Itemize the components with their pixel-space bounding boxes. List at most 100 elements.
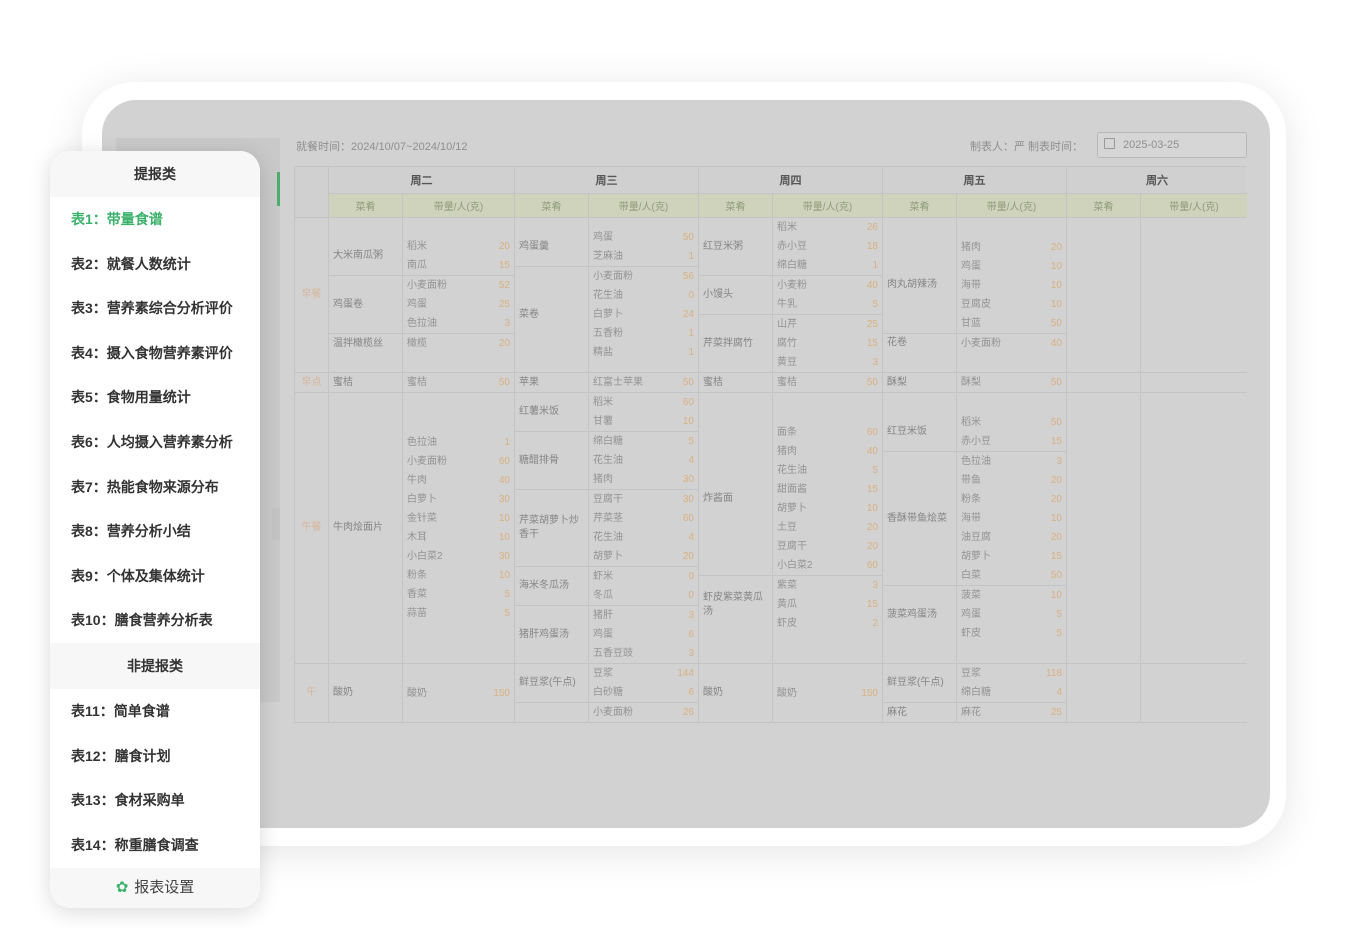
- settings-label: 报表设置: [134, 879, 195, 896]
- ingredient-name: 麻花: [961, 707, 981, 718]
- amount-cell: 酸奶 150: [772, 663, 883, 723]
- ingredient-row: 稻米 26: [774, 219, 882, 238]
- amount-cell: [1140, 372, 1247, 393]
- ingredient-row: 小麦面粉 52: [403, 275, 514, 295]
- dish-name: 鲜豆浆(午点): [887, 677, 944, 688]
- ingredient-name: 酸奶: [407, 687, 427, 699]
- ingredient-name: 腐竹: [777, 338, 797, 349]
- ingredient-name: 小白菜2: [407, 551, 443, 562]
- dish-name: 红豆米饭: [887, 426, 927, 437]
- menu-item[interactable]: 表11：简单食谱: [50, 689, 260, 734]
- ingredient-amount: 144: [677, 668, 694, 679]
- ingredient-row: 橄榄 20: [403, 333, 514, 353]
- ingredient-amount: 20: [866, 522, 878, 533]
- menu-item[interactable]: 表7：热能食物来源分布: [50, 465, 260, 510]
- menu-item[interactable]: 表13：食材采购单: [50, 778, 260, 823]
- ingredient-row: 土豆 20: [774, 518, 882, 537]
- ingredient-name: 赤小豆: [777, 241, 807, 252]
- dish-cell: 鸡蛋羹 菜卷: [514, 217, 589, 373]
- amount-cell: 酥梨 50: [956, 372, 1067, 393]
- dish-cell: 蜜桔: [328, 372, 403, 393]
- menu-table-scroll[interactable]: 周二 周三 周四 周五 周六 菜肴 带量/人(克) 菜肴 带量/人(克) 菜肴 带量/人(克) 菜肴带…: [294, 166, 1247, 776]
- ingredient-row: 虾米 0: [589, 566, 698, 586]
- ingredient-amount: 50: [1050, 317, 1062, 329]
- day-header: 周六: [1066, 166, 1247, 194]
- ingredient-name: 鸡蛋: [593, 232, 613, 243]
- menu-item[interactable]: 表6：人均摄入营养素分析: [50, 420, 260, 465]
- ingredient-amount: 60: [866, 427, 878, 438]
- ingredient-name: 蜜桔: [777, 377, 797, 388]
- ingredient-row: 五香粉 1: [590, 324, 698, 343]
- ingredient-amount: 20: [1050, 241, 1062, 253]
- ingredient-amount: 15: [866, 484, 878, 495]
- ingredient-amount: 50: [1050, 377, 1062, 388]
- menu-item[interactable]: 表12：膳食计划: [50, 734, 260, 779]
- col-amount-header: 带量/人(克): [956, 193, 1067, 218]
- ingredient-name: 油豆腐: [961, 532, 991, 543]
- ingredient-row: 虾皮 5: [958, 624, 1066, 643]
- amount-cell: [1140, 217, 1247, 373]
- ingredient-name: 白萝卜: [407, 494, 437, 505]
- report-settings-button[interactable]: ✿ 报表设置: [50, 868, 260, 908]
- ingredient-amount: 15: [1050, 551, 1062, 562]
- ingredient-name: 面条: [777, 427, 797, 438]
- menu-item[interactable]: 表14：称重膳食调查: [50, 823, 260, 868]
- ingredient-row: 腐竹 15: [774, 334, 882, 353]
- ingredient-row: 小麦面粉 56: [589, 266, 698, 286]
- ingredient-name: 猪肝: [593, 610, 613, 621]
- ingredient-row: 酥梨 50: [958, 374, 1066, 392]
- ingredient-amount: 10: [866, 503, 878, 514]
- ingredient-row: 虾皮 2: [774, 614, 882, 633]
- ingredient-amount: 3: [872, 580, 878, 591]
- ingredient-row: 五香豆豉 3: [590, 644, 698, 663]
- amount-cell: [1140, 663, 1247, 723]
- ingredient-name: 稻米: [593, 397, 613, 408]
- menu-item[interactable]: 表10：膳食营养分析表: [50, 598, 260, 643]
- ingredient-row: 麻花 25: [957, 702, 1066, 722]
- ingredient-name: 小麦面粉: [407, 280, 447, 291]
- ingredient-row: 绵白糖 4: [958, 683, 1066, 702]
- menu-item[interactable]: 表9：个体及集体统计: [50, 554, 260, 599]
- ingredient-amount: 20: [498, 241, 510, 252]
- ingredient-name: 黄瓜: [777, 599, 797, 610]
- ingredient-name: 紫菜: [777, 580, 797, 591]
- ingredient-amount: 30: [682, 474, 694, 485]
- ingredient-name: 甘薯: [593, 416, 613, 427]
- ingredient-amount: 56: [682, 271, 694, 282]
- ingredient-row: 油豆腐 20: [958, 528, 1066, 547]
- menu-item[interactable]: 表2：就餐人数统计: [50, 242, 260, 287]
- menu-item[interactable]: 表3：营养素综合分析评价: [50, 286, 260, 331]
- menu-item[interactable]: 表8：营养分析小结: [50, 509, 260, 554]
- ingredient-row: 小白菜2 60: [774, 556, 882, 575]
- meal-label: 午: [294, 663, 329, 723]
- menu-item[interactable]: 表5：食物用量统计: [50, 375, 260, 420]
- ingredient-name: 五香豆豉: [593, 648, 633, 659]
- ingredient-amount: 6: [688, 629, 694, 640]
- ingredient-row: 小麦面粉 40: [957, 332, 1066, 353]
- ingredient-row: 色拉油 3: [957, 451, 1066, 471]
- menu-item[interactable]: 表1：带量食谱: [50, 197, 260, 242]
- ingredient-amount: 60: [682, 513, 694, 524]
- ingredient-row: 赤小豆 18: [774, 237, 882, 256]
- date-picker[interactable]: 2025-03-25: [1097, 132, 1247, 158]
- ingredient-name: 小麦面粉: [593, 707, 633, 718]
- dish-name: 小馒头: [699, 275, 772, 314]
- ingredient-amount: 60: [682, 397, 694, 408]
- report-menu: 提报类 表1：带量食谱 表2：就餐人数统计 表3：营养素综合分析评价 表4：摄入食物营…: [50, 151, 260, 908]
- ingredient-name: 虾皮: [777, 618, 797, 629]
- ingredient-row: 牛乳 5: [774, 295, 882, 314]
- dining-time: 就餐时间：2024/10/07~2024/10/12: [296, 141, 468, 153]
- dish-name: 糖醋排骨: [515, 431, 588, 489]
- ingredient-amount: 5: [504, 589, 510, 600]
- dish-cell: 红薯米饭 糖醋排骨 芹菜胡萝卜炒香干 海米冬瓜汤 猪肝鸡蛋汤: [514, 392, 589, 664]
- amount-cell: 蜜桔 50: [402, 372, 515, 393]
- dish-cell: 苹果: [514, 372, 589, 393]
- dish-cell: 酸奶: [328, 663, 403, 723]
- ingredient-row: 小麦面粉 60: [404, 452, 514, 471]
- ingredient-amount: 0: [688, 590, 694, 601]
- ingredient-amount: 5: [872, 299, 878, 310]
- ingredient-row: 鸡蛋 6: [590, 625, 698, 644]
- ingredient-row: 色拉油 3: [404, 314, 514, 333]
- menu-item[interactable]: 表4：摄入食物营养素评价: [50, 331, 260, 376]
- dish-name: 芹菜胡萝卜炒香干: [515, 489, 588, 566]
